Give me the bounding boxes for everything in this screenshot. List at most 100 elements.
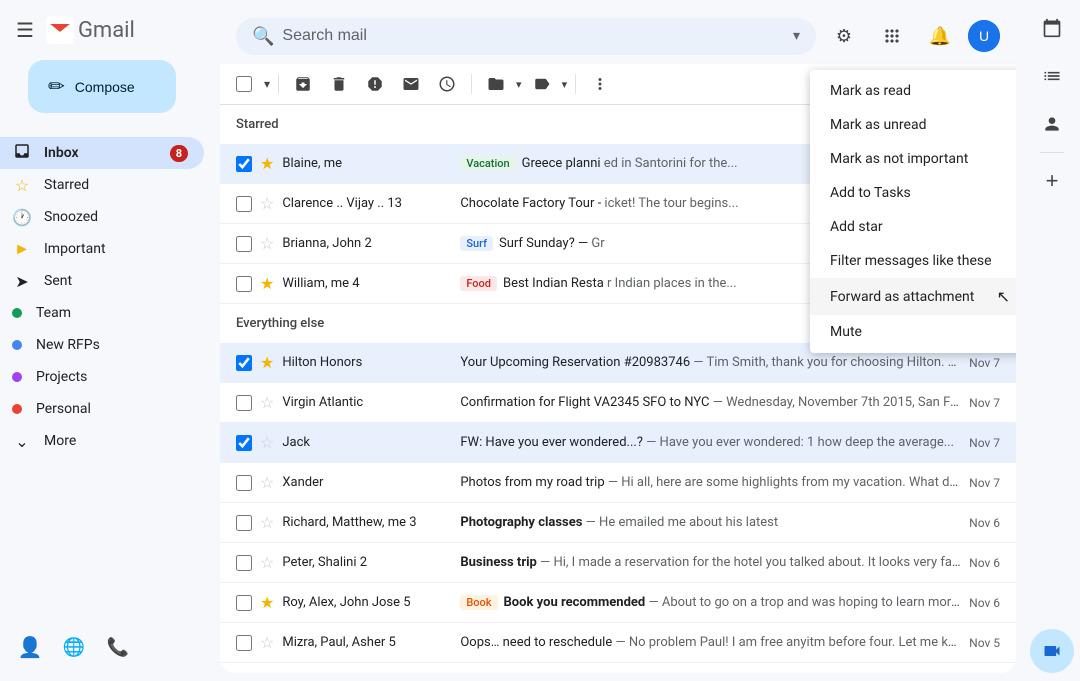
mark-read-button[interactable]	[395, 68, 427, 100]
starred-icon: ☆	[12, 176, 32, 195]
row-checkbox[interactable]	[236, 395, 252, 411]
table-row[interactable]: ☆ Mizra, Paul, Asher 5 Oops… need to res…	[220, 623, 1016, 663]
search-input[interactable]	[282, 27, 785, 45]
star-icon[interactable]: ☆	[260, 553, 274, 572]
row-checkbox[interactable]	[236, 515, 252, 531]
notifications-button[interactable]: 🔔	[920, 16, 960, 56]
email-tag: Food	[460, 276, 497, 291]
sidebar-item-more[interactable]: ⌄ More	[0, 425, 204, 457]
subject-preview: Your Upcoming Reservation #20983746 — Ti…	[460, 355, 961, 370]
star-icon[interactable]: ☆	[260, 234, 274, 253]
row-checkbox[interactable]	[236, 196, 252, 212]
table-row[interactable]: ★ Roy, Alex, John Jose 5 Book Book you r…	[220, 583, 1016, 623]
hamburger-icon[interactable]: ☰	[16, 18, 34, 42]
row-checkbox[interactable]	[236, 475, 252, 491]
sidebar-item-projects[interactable]: Projects	[0, 361, 204, 393]
meet-button[interactable]	[1030, 629, 1074, 673]
sidebar-item-personal[interactable]: Personal	[0, 393, 204, 425]
row-checkbox[interactable]	[236, 355, 252, 371]
ctx-forward-attachment[interactable]: Forward as attachment ↖	[810, 278, 1016, 315]
add-panel-button[interactable]: +	[1032, 161, 1072, 201]
calendar-panel-button[interactable]	[1032, 8, 1072, 48]
sidebar-item-team[interactable]: Team	[0, 297, 204, 329]
ctx-mark-read[interactable]: Mark as read	[810, 74, 1016, 108]
search-dropdown-icon[interactable]: ▾	[793, 28, 800, 44]
subject-preview: Business trip — Hi, I made a reservation…	[460, 555, 961, 570]
email-date: Nov 7	[969, 356, 1000, 370]
label-button[interactable]	[526, 68, 558, 100]
select-all-checkbox[interactable]	[236, 76, 252, 92]
sidebar-item-sent[interactable]: ➤ Sent	[0, 265, 204, 297]
ctx-filter-messages[interactable]: Filter messages like these	[810, 244, 1016, 278]
row-checkbox[interactable]	[236, 276, 252, 292]
subject-text: FW: Have you ever wondered...?	[460, 435, 643, 450]
star-icon[interactable]: ☆	[260, 473, 274, 492]
sender-name: Xander	[282, 475, 452, 490]
sidebar-item-starred[interactable]: ☆ Starred	[0, 169, 204, 201]
select-dropdown-icon[interactable]: ▾	[264, 77, 270, 91]
star-icon[interactable]: ☆	[260, 194, 274, 213]
subject-preview: FW: Have you ever wondered...? — Have yo…	[460, 435, 961, 450]
table-row[interactable]: ☆ Virgin Atlantic Confirmation for Fligh…	[220, 383, 1016, 423]
star-icon[interactable]: ★	[260, 274, 274, 293]
status-icon[interactable]: 🌐	[56, 629, 92, 665]
table-row[interactable]: ☆ Richard, Matthew, me 3 Photography cla…	[220, 503, 1016, 543]
star-icon[interactable]: ★	[260, 593, 274, 612]
ctx-mark-unread[interactable]: Mark as unread	[810, 108, 1016, 142]
contacts-panel-button[interactable]	[1032, 104, 1072, 144]
sidebar-item-new-rfps[interactable]: New RFPs	[0, 329, 204, 361]
row-checkbox[interactable]	[236, 435, 252, 451]
row-checkbox[interactable]	[236, 635, 252, 651]
move-dropdown-icon[interactable]: ▾	[516, 78, 522, 91]
star-icon[interactable]: ★	[260, 154, 274, 173]
account-icon[interactable]: 👤	[12, 629, 48, 665]
email-date: Nov 7	[969, 476, 1000, 490]
sidebar-item-inbox[interactable]: Inbox 8	[0, 137, 204, 169]
table-row[interactable]: ☆ Zaid, Alex, me 4 Future of Inbox — Tak…	[220, 663, 1016, 673]
star-icon[interactable]: ★	[260, 353, 274, 372]
toolbar-divider-2	[471, 74, 472, 94]
subject-text: Oops… need to reschedule	[460, 635, 612, 650]
ctx-mark-not-important[interactable]: Mark as not important	[810, 142, 1016, 176]
avatar[interactable]: U	[968, 20, 1000, 52]
sidebar-item-projects-label: Projects	[36, 369, 188, 385]
table-row[interactable]: ☆ Jack FW: Have you ever wondered...? — …	[220, 423, 1016, 463]
tasks-panel-button[interactable]	[1032, 56, 1072, 96]
email-date: Nov 6	[969, 556, 1000, 570]
settings-button[interactable]: ⚙	[824, 16, 864, 56]
ctx-add-star[interactable]: Add star	[810, 210, 1016, 244]
compose-icon: ✏	[48, 74, 65, 99]
topbar: 🔍 ▾ ⚙ 🔔 U	[220, 8, 1016, 64]
sidebar-item-sent-label: Sent	[44, 273, 188, 289]
delete-button[interactable]	[323, 68, 355, 100]
table-row[interactable]: ☆ Peter, Shalini 2 Business trip — Hi, I…	[220, 543, 1016, 583]
table-row[interactable]: ☆ Xander Photos from my road trip — Hi a…	[220, 463, 1016, 503]
preview-text: — About to go on a trop and was hoping t…	[648, 595, 961, 610]
subject-text: Photos from my road trip	[460, 475, 604, 490]
row-checkbox[interactable]	[236, 555, 252, 571]
star-icon[interactable]: ☆	[260, 633, 274, 652]
ctx-mute[interactable]: Mute	[810, 315, 1016, 349]
phone-icon[interactable]: 📞	[100, 629, 136, 665]
email-date: Nov 6	[969, 516, 1000, 530]
report-spam-button[interactable]	[359, 68, 391, 100]
label-dropdown-icon[interactable]: ▾	[562, 78, 568, 91]
compose-button[interactable]: ✏ Compose	[28, 60, 176, 113]
apps-button[interactable]	[872, 16, 912, 56]
sidebar-item-important[interactable]: ► Important	[0, 233, 204, 265]
star-icon[interactable]: ☆	[260, 393, 274, 412]
archive-button[interactable]	[287, 68, 319, 100]
sidebar-item-snoozed[interactable]: 🕐 Snoozed	[0, 201, 204, 233]
row-checkbox[interactable]	[236, 156, 252, 172]
top-icons: ⚙ 🔔 U	[824, 16, 1000, 56]
ctx-add-tasks[interactable]: Add to Tasks	[810, 176, 1016, 210]
more-actions-button[interactable]	[584, 68, 616, 100]
row-checkbox[interactable]	[236, 595, 252, 611]
snooze-button[interactable]	[431, 68, 463, 100]
row-checkbox[interactable]	[236, 236, 252, 252]
move-to-button[interactable]	[480, 68, 512, 100]
star-icon[interactable]: ☆	[260, 433, 274, 452]
star-icon[interactable]: ☆	[260, 513, 274, 532]
subject-text: Surf Sunday? —	[499, 236, 588, 251]
sidebar-item-inbox-label: Inbox	[44, 145, 170, 161]
